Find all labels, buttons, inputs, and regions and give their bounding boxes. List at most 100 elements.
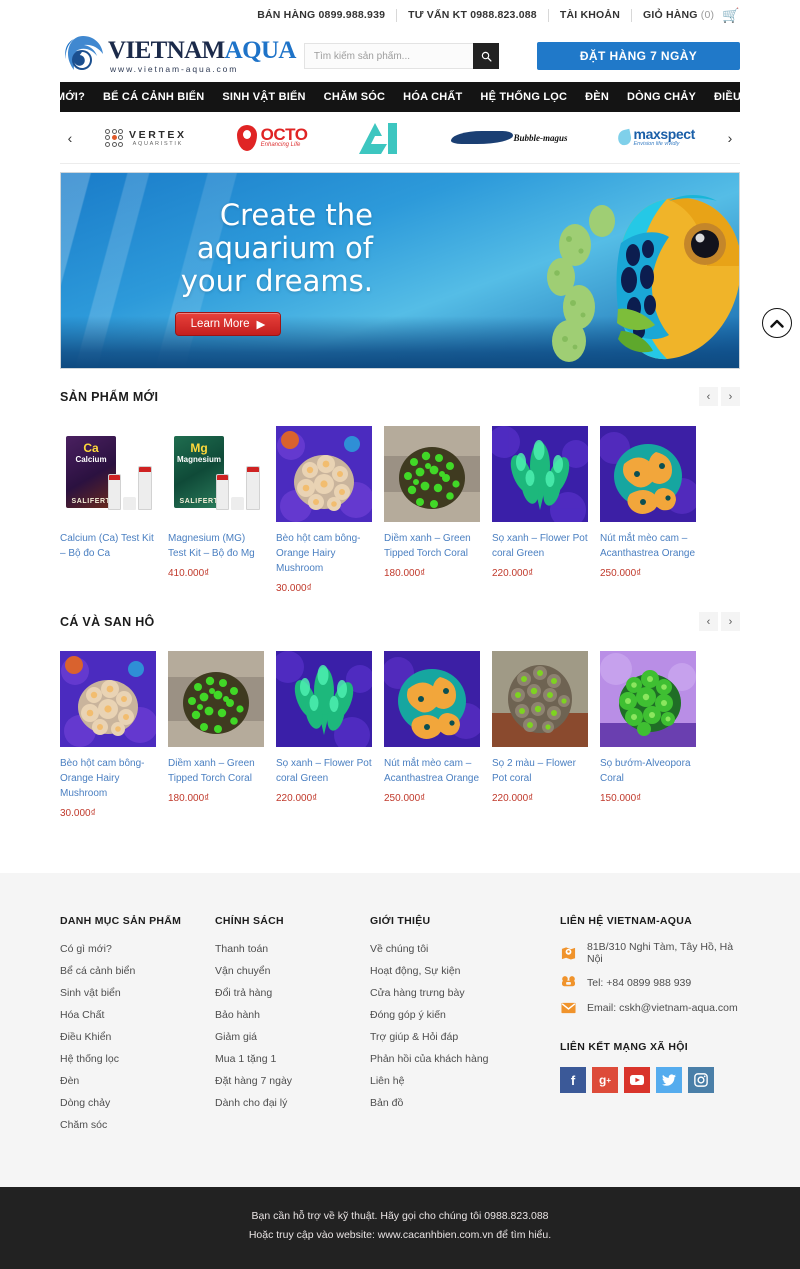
hero-cta-label: Learn More [190, 318, 250, 330]
footer-link[interactable]: Đèn [60, 1073, 215, 1090]
product-card[interactable]: Bèo hột cam bông- Orange Hairy Mushroom … [276, 426, 372, 594]
footer-link[interactable]: Dòng chảy [60, 1095, 215, 1112]
scroll-to-top-button[interactable] [762, 308, 792, 338]
twitter-icon[interactable] [656, 1067, 682, 1093]
email-text: Email: cskh@vietnam-aqua.com [587, 1001, 738, 1014]
footer-link[interactable]: Bể cá cảnh biển [60, 963, 215, 980]
footer-heading: GIỚI THIỆU [370, 915, 431, 927]
section-fish-and-coral: CÁ VÀ SAN HÔ ‹ › Bèo hột cam bông- Orang… [60, 594, 740, 819]
product-name[interactable]: Sọ xanh – Flower Pot coral Green [276, 756, 372, 786]
section-next-button[interactable]: › [721, 387, 740, 406]
product-card[interactable]: Mg Magnesium SALIFERT Magnesium (MG) Test… [168, 426, 264, 594]
footer-link[interactable]: Chăm sóc [60, 1117, 215, 1134]
page-root: BÁN HÀNG 0899.988.939 TƯ VẤN KT 0988.823… [0, 0, 800, 1269]
mg-test-kit-art: Mg Magnesium SALIFERT [168, 426, 264, 522]
footer-link[interactable]: Dành cho đại lý [215, 1095, 370, 1112]
product-name[interactable]: Bèo hột cam bông- Orange Hairy Mushroom [276, 531, 372, 576]
section-prev-button[interactable]: ‹ [699, 612, 718, 631]
footer-link[interactable]: Đặt hàng 7 ngày [215, 1073, 370, 1090]
product-card[interactable]: Diềm xanh – Green Tipped Torch Coral 180… [168, 651, 264, 819]
youtube-icon[interactable] [624, 1067, 650, 1093]
footer-link[interactable]: Hoạt động, Sự kiện [370, 963, 560, 980]
nav-item-2[interactable]: SINH VẬT BIỂN [213, 91, 314, 103]
footer-link[interactable]: Thanh toán [215, 941, 370, 958]
sales-phone[interactable]: BÁN HÀNG 0899.988.939 [246, 8, 398, 22]
footer-link[interactable]: Điều Khiển [60, 1029, 215, 1046]
footer-column-about: GIỚI THIỆU Về chúng tôi Hoạt động, Sự ki… [370, 915, 560, 1139]
product-card[interactable]: Sọ 2 màu – Flower Pot coral 220.000₫ [492, 651, 588, 819]
footer-link[interactable]: Liên hệ [370, 1073, 560, 1090]
telephone-icon [560, 975, 577, 990]
search-button[interactable] [473, 43, 500, 69]
product-card[interactable]: Sọ xanh – Flower Pot coral Green 220.000… [492, 426, 588, 594]
brand-logo-maxspect[interactable]: maxspect Envision life vividly [616, 121, 695, 155]
product-card[interactable]: Sọ bướm-Alveopora Coral 150.000₫ [600, 651, 696, 819]
consult-phone[interactable]: TƯ VẤN KT 0988.823.088 [397, 8, 549, 22]
product-card[interactable]: Bèo hột cam bông- Orange Hairy Mushroom … [60, 651, 156, 819]
footer-link[interactable]: Về chúng tôi [370, 941, 560, 958]
google-plus-icon[interactable]: g + [592, 1067, 618, 1093]
nav-item-7[interactable]: DÒNG CHẢY [618, 91, 705, 103]
product-name[interactable]: Diềm xanh – Green Tipped Torch Coral [168, 756, 264, 786]
product-name[interactable]: Nút mắt mèo cam – Acanthastrea Orange [384, 756, 480, 786]
footer-link[interactable]: Mua 1 tặng 1 [215, 1051, 370, 1068]
brand-logo-octo[interactable]: OCTO Enhancing Life [236, 121, 308, 155]
coral-flowerpot-art [276, 651, 372, 747]
cart-link[interactable]: GIỎ HÀNG (0) 🛒 [632, 8, 740, 22]
site-logo[interactable]: VIETNAMAQUA www.vietnam-aqua.com [60, 33, 296, 79]
product-name[interactable]: Calcium (Ca) Test Kit – Bộ đo Ca [60, 531, 156, 561]
footer-link[interactable]: Giảm giá [215, 1029, 370, 1046]
product-name[interactable]: Nút mắt mèo cam – Acanthastrea Orange [600, 531, 696, 561]
footer-link[interactable]: Phản hồi của khách hàng [370, 1051, 560, 1068]
product-name[interactable]: Bèo hột cam bông- Orange Hairy Mushroom [60, 756, 156, 801]
footer-link[interactable]: Trợ giúp & Hỏi đáp [370, 1029, 560, 1046]
footer-link[interactable]: Đóng góp ý kiến [370, 1007, 560, 1024]
product-card[interactable]: Diềm xanh – Green Tipped Torch Coral 180… [384, 426, 480, 594]
footer-link[interactable]: Cửa hàng trưng bày [370, 985, 560, 1002]
section-next-button[interactable]: › [721, 612, 740, 631]
order-7-days-button[interactable]: ĐẶT HÀNG 7 NGÀY [537, 42, 740, 70]
brand-logo-vertex[interactable]: VERTEX AQUARISTIK [105, 121, 187, 155]
nav-item-3[interactable]: CHĂM SÓC [315, 91, 395, 103]
product-name[interactable]: Sọ xanh – Flower Pot coral Green [492, 531, 588, 561]
product-card[interactable]: Nút mắt mèo cam – Acanthastrea Orange 25… [600, 426, 696, 594]
nav-item-0[interactable]: CÓ GÌ MỚI? [11, 91, 94, 103]
vertex-dots-icon [105, 128, 123, 147]
footer-link[interactable]: Bản đồ [370, 1095, 560, 1112]
nav-item-1[interactable]: BỂ CÁ CẢNH BIỂN [94, 91, 213, 103]
product-name[interactable]: Diềm xanh – Green Tipped Torch Coral [384, 531, 480, 561]
hero-learn-more-button[interactable]: Learn More ▶ [175, 312, 281, 336]
nav-item-6[interactable]: ĐÈN [576, 91, 618, 103]
product-name[interactable]: Magnesium (MG) Test Kit – Bộ đo Mg [168, 531, 264, 561]
search-input[interactable] [303, 43, 500, 69]
facebook-icon[interactable]: f [560, 1067, 586, 1093]
section-prev-button[interactable]: ‹ [699, 387, 718, 406]
nav-item-8[interactable]: ĐIỀU KHIỂN [705, 91, 789, 103]
vertex-name: VERTEX [129, 128, 187, 141]
brand-next-button[interactable]: › [720, 130, 740, 146]
product-card[interactable]: Ca Calcium SALIFERT Calcium (Ca) Test Kit… [60, 426, 156, 594]
logo-wordmark: VIETNAMAQUA [108, 38, 296, 63]
footer-link[interactable]: Vận chuyển [215, 963, 370, 980]
bubble-magus-name: Bubble-magus [513, 133, 568, 143]
product-name[interactable]: Sọ 2 màu – Flower Pot coral [492, 756, 588, 786]
product-card[interactable]: Sọ xanh – Flower Pot coral Green 220.000… [276, 651, 372, 819]
brand-logo-ai[interactable] [357, 121, 401, 155]
product-price: 410.000₫ [168, 568, 210, 579]
brand-prev-button[interactable]: ‹ [60, 130, 80, 146]
footer-link[interactable]: Sinh vật biển [60, 985, 215, 1002]
product-card[interactable]: Nút mắt mèo cam – Acanthastrea Orange 25… [384, 651, 480, 819]
brand-logo-bubble-magus[interactable]: Bubble-magus [451, 121, 568, 155]
product-image [492, 426, 588, 522]
account-link[interactable]: TÀI KHOẢN [549, 8, 632, 22]
instagram-icon[interactable] [688, 1067, 714, 1093]
footer-link[interactable]: Đổi trả hàng [215, 985, 370, 1002]
footer-link[interactable]: Hệ thống lọc [60, 1051, 215, 1068]
footer-link[interactable]: Hóa Chất [60, 1007, 215, 1024]
footer-link[interactable]: Có gì mới? [60, 941, 215, 958]
product-name[interactable]: Sọ bướm-Alveopora Coral [600, 756, 696, 786]
nav-item-5[interactable]: HỆ THỐNG LỌC [471, 91, 576, 103]
hero-banner[interactable]: Create the aquarium of your dreams. Lear… [60, 172, 740, 369]
nav-item-4[interactable]: HÓA CHẤT [394, 91, 471, 103]
footer-link[interactable]: Bảo hành [215, 1007, 370, 1024]
